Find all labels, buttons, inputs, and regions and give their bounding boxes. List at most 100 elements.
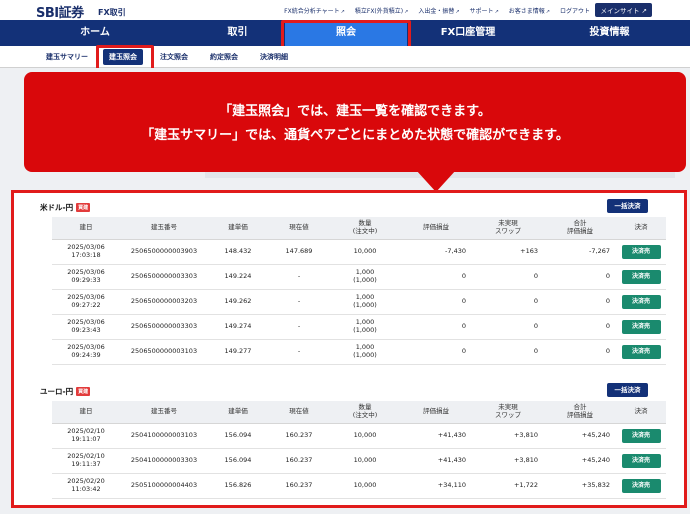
cell-position-no: 2506500000003903 xyxy=(120,239,208,265)
cell-open-price: 156.094 xyxy=(208,423,268,449)
cell-open-date: 2025/03/06 09:27:22 xyxy=(52,289,120,315)
cell-pl: 0 xyxy=(400,289,472,315)
qty-pending: (1,000) xyxy=(353,350,377,359)
cell-quantity: 1,000 (1,000) xyxy=(330,264,400,290)
cell-settle: 決済売 xyxy=(616,448,666,474)
cell-open-date: 2025/03/06 09:23:43 xyxy=(52,314,120,340)
top-link-logout[interactable]: ログアウト xyxy=(560,6,590,15)
cell-open-price: 149.224 xyxy=(208,264,268,290)
top-link-support[interactable]: サポート↗ xyxy=(470,6,499,15)
cell-position-no: 2506500000003303 xyxy=(120,314,208,340)
nav-highlight-frame xyxy=(281,20,411,49)
cell-open-date: 2025/03/06 09:24:39 xyxy=(52,339,120,365)
subnav-position-summary[interactable]: 建玉サマリー xyxy=(46,52,88,62)
qty-pending: (1,000) xyxy=(353,300,377,309)
settle-sell-button[interactable]: 決済売 xyxy=(621,453,661,468)
subnav-settlement-details[interactable]: 決済明細 xyxy=(260,52,288,62)
top-link-tsumitate[interactable]: 積立FX(外貨積立)↗ xyxy=(355,6,408,15)
settle-sell-button[interactable]: 決済売 xyxy=(621,294,661,309)
cell-quantity: 10,000 xyxy=(330,448,400,474)
top-bar: SBI証券 FX取引 FX統合分析チャート↗ 積立FX(外貨積立)↗ 入出金・振… xyxy=(0,0,690,21)
cell-total-pl: 0 xyxy=(544,264,616,290)
cell-total-pl: 0 xyxy=(544,289,616,315)
cell-settle: 決済売 xyxy=(616,423,666,449)
callout-line-1: 「建玉照会」では、建玉一覧を確認できます。 xyxy=(219,104,491,119)
cell-quantity: 1,000 (1,000) xyxy=(330,339,400,365)
cell-settle: 決済売 xyxy=(616,339,666,365)
col-swap: 未実現 スワップ xyxy=(472,217,544,240)
col-open-price: 建単価 xyxy=(208,217,268,240)
callout-balloon: 「建玉照会」では、建玉一覧を確認できます。 「建玉サマリー」では、通貨ペアごとに… xyxy=(24,72,686,172)
cell-swap: +3,810 xyxy=(472,448,544,474)
settle-sell-button[interactable]: 決済売 xyxy=(621,244,661,259)
cell-pl: 0 xyxy=(400,314,472,340)
cell-open-price: 156.094 xyxy=(208,448,268,474)
nav-fx-account[interactable]: FX口座管理 xyxy=(407,20,529,46)
cell-current-price: 160.237 xyxy=(268,448,330,474)
col-total-pl: 合計 評価損益 xyxy=(544,217,616,240)
cell-current-price: 160.237 xyxy=(268,423,330,449)
col-open-price: 建単価 xyxy=(208,401,268,424)
cell-total-pl: 0 xyxy=(544,339,616,365)
cell-pl: -7,430 xyxy=(400,239,472,265)
cell-position-no: 2504100000003303 xyxy=(120,448,208,474)
cell-swap: +3,810 xyxy=(472,423,544,449)
cell-pl: 0 xyxy=(400,264,472,290)
cell-open-date: 2025/02/10 19:11:07 xyxy=(52,423,120,449)
cell-quantity: 10,000 xyxy=(330,473,400,499)
col-quantity: 数量 (注文中) xyxy=(330,401,400,424)
cell-pl: 0 xyxy=(400,339,472,365)
table-row: 2025/02/10 19:11:07 2504100000003103 156.09… xyxy=(52,423,666,449)
cell-settle: 決済売 xyxy=(616,314,666,340)
positions-panel: 米ドル-円 買建 一括決済 建日 建玉番号 建単価 現在値 数量 (注文中) 評価損… xyxy=(11,190,687,508)
cell-position-no: 2506500000003303 xyxy=(120,264,208,290)
cell-current-price: - xyxy=(268,264,330,290)
cell-current-price: - xyxy=(268,339,330,365)
table-row: 2025/03/06 09:23:43 2506500000003303 149.27… xyxy=(52,314,666,340)
col-settle: 決済 xyxy=(616,217,666,240)
cell-swap: 0 xyxy=(472,289,544,315)
callout-tail xyxy=(416,170,456,192)
settle-sell-button[interactable]: 決済売 xyxy=(621,478,661,493)
cell-position-no: 2504100000003103 xyxy=(120,423,208,449)
col-position-no: 建玉番号 xyxy=(120,217,208,240)
settle-sell-button[interactable]: 決済売 xyxy=(621,344,661,359)
cell-open-price: 148.432 xyxy=(208,239,268,265)
cell-position-no: 2506500000003203 xyxy=(120,289,208,315)
external-link-icon: ↗ xyxy=(494,9,499,15)
nav-home[interactable]: ホーム xyxy=(0,20,190,46)
main-site-button[interactable]: メインサイト ↗ xyxy=(595,3,652,17)
eurjpy-bulk-settle-button[interactable]: 一括決済 xyxy=(607,383,648,397)
settle-sell-button[interactable]: 決済売 xyxy=(621,428,661,443)
cell-swap: 0 xyxy=(472,339,544,365)
usdjpy-title: 米ドル-円 買建 xyxy=(40,203,91,212)
col-open-date: 建日 xyxy=(52,217,120,240)
col-quantity: 数量 (注文中) xyxy=(330,217,400,240)
cell-settle: 決済売 xyxy=(616,289,666,315)
col-position-no: 建玉番号 xyxy=(120,401,208,424)
top-link-account[interactable]: お客さま情報↗ xyxy=(509,6,550,15)
cell-pl: +41,430 xyxy=(400,448,472,474)
subnav-order-inquiry[interactable]: 注文照会 xyxy=(160,52,188,62)
usdjpy-bulk-settle-button[interactable]: 一括決済 xyxy=(607,199,648,213)
settle-sell-button[interactable]: 決済売 xyxy=(621,269,661,284)
sbi-logo[interactable]: SBI証券 xyxy=(36,2,84,21)
col-current-price: 現在値 xyxy=(268,401,330,424)
cell-swap: +163 xyxy=(472,239,544,265)
nav-trade[interactable]: 取引 xyxy=(190,20,285,46)
top-links: FX統合分析チャート↗ 積立FX(外貨積立)↗ 入出金・振替↗ サポート↗ お客… xyxy=(284,6,590,15)
cell-open-date: 2025/03/06 17:03:18 xyxy=(52,239,120,265)
subnav-execution-inquiry[interactable]: 約定照会 xyxy=(210,52,238,62)
cell-settle: 決済売 xyxy=(616,264,666,290)
settle-sell-button[interactable]: 決済売 xyxy=(621,319,661,334)
cell-open-price: 156.826 xyxy=(208,473,268,499)
cell-open-price: 149.274 xyxy=(208,314,268,340)
cell-swap: 0 xyxy=(472,264,544,290)
qty-pending: (1,000) xyxy=(353,325,377,334)
cell-position-no: 2505100000004403 xyxy=(120,473,208,499)
nav-investment-info[interactable]: 投資情報 xyxy=(529,20,690,46)
top-link-chart[interactable]: FX統合分析チャート↗ xyxy=(284,6,345,15)
cell-current-price: 147.689 xyxy=(268,239,330,265)
top-link-deposit[interactable]: 入出金・振替↗ xyxy=(418,6,459,15)
fx-label: FX取引 xyxy=(98,8,126,17)
